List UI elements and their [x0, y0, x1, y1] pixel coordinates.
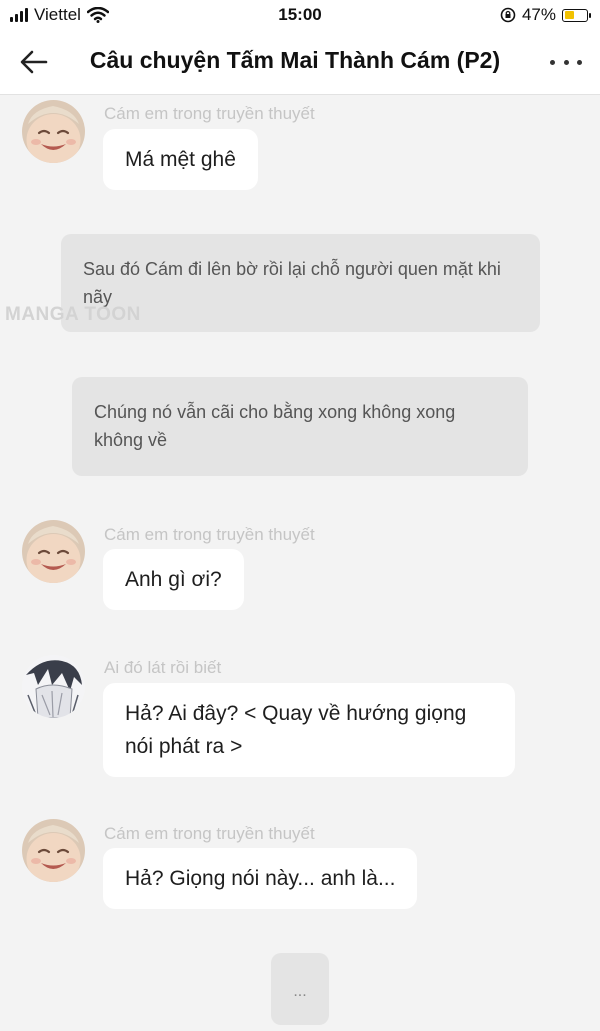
message-bubble: Hả? Ai đây? < Quay về hướng giọng nói ph…	[103, 683, 515, 777]
status-right: 47%	[500, 5, 591, 25]
more-options-button[interactable]	[550, 48, 582, 76]
laughing-child-avatar	[22, 819, 85, 882]
back-button[interactable]	[16, 44, 52, 80]
laughing-child-avatar	[22, 520, 85, 583]
sender-name: Cám em trong truyền thuyết	[104, 525, 315, 544]
chat-header: Câu chuyện Tấm Mai Thành Cám (P2)	[0, 30, 600, 95]
sender-name: Cám em trong truyền thuyết	[104, 824, 315, 843]
more-options-icon	[550, 59, 582, 65]
story-title: Câu chuyện Tấm Mai Thành Cám (P2)	[89, 47, 501, 73]
battery-icon	[562, 8, 591, 22]
laughing-child-avatar	[22, 100, 85, 163]
continue-button[interactable]: ...	[271, 953, 329, 1025]
avatar[interactable]	[22, 819, 85, 882]
message-bubble: Hả? Giọng nói này... anh là...	[103, 848, 418, 909]
message-bubble: Anh gì ơi?	[103, 549, 244, 610]
anime-character-avatar	[22, 655, 85, 718]
watermark: MANGA TOON	[5, 304, 141, 325]
back-arrow-icon	[20, 50, 48, 74]
battery-percent: 47%	[521, 5, 556, 24]
sender-name: Cám em trong truyền thuyết	[104, 104, 315, 123]
status-bar: Viettel 15:00 47%	[0, 0, 600, 30]
avatar[interactable]	[22, 655, 85, 718]
orientation-lock-icon	[500, 7, 516, 23]
narration-bubble: Chúng nó vẫn cãi cho bằng xong không xon…	[72, 377, 528, 476]
message-bubble: Má mệt ghê	[103, 129, 258, 190]
avatar[interactable]	[22, 520, 85, 583]
avatar[interactable]	[22, 100, 85, 163]
battery-level	[564, 11, 574, 19]
sender-name: Ai đó lát rồi biết	[104, 658, 222, 677]
